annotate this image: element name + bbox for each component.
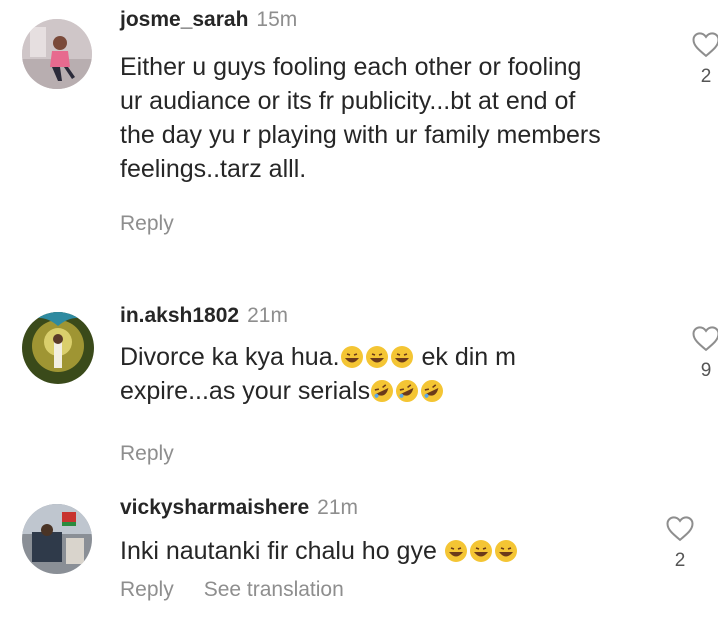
grinning-sweat-emoji bbox=[390, 346, 413, 368]
like-area: 2 bbox=[686, 30, 718, 88]
comment-actions: Reply bbox=[120, 442, 174, 466]
comment-item: in.aksh1802 21m Divorce ka kya hua. ek di… bbox=[0, 290, 718, 470]
comment-header: vickysharmaishere 21m bbox=[120, 496, 358, 520]
like-count: 9 bbox=[700, 360, 712, 381]
emoji-group bbox=[340, 343, 415, 371]
like-area: 9 bbox=[686, 324, 718, 382]
emoji-group bbox=[370, 377, 445, 405]
avatar[interactable] bbox=[22, 312, 94, 384]
grinning-sweat-emoji bbox=[444, 540, 467, 562]
comment-actions: Reply bbox=[120, 212, 174, 236]
timestamp: 21m bbox=[317, 496, 358, 519]
grinning-sweat-emoji bbox=[365, 346, 388, 368]
rolling-laughing-emoji bbox=[396, 380, 419, 402]
emoji-group bbox=[444, 537, 519, 565]
comment-actions: Reply See translation bbox=[120, 578, 344, 602]
reply-button[interactable]: Reply bbox=[120, 212, 174, 235]
comment-text: Either u guys fooling each other or fool… bbox=[120, 53, 601, 183]
username[interactable]: in.aksh1802 bbox=[120, 304, 239, 327]
heart-icon[interactable] bbox=[691, 30, 718, 58]
comment-text: Inki nautanki fir chalu ho gye bbox=[120, 534, 640, 568]
comment-text-part: expire...as your serials bbox=[120, 377, 371, 405]
comment-item: josme_sarah 15m Either u guys fooling eac… bbox=[0, 0, 718, 260]
username[interactable]: josme_sarah bbox=[120, 8, 248, 31]
like-count: 2 bbox=[674, 550, 686, 571]
see-translation-button[interactable]: See translation bbox=[204, 578, 344, 601]
comment-text: Divorce ka kya hua. ek din m expire...as… bbox=[120, 340, 660, 408]
heart-icon[interactable] bbox=[665, 514, 695, 542]
like-area: 2 bbox=[660, 514, 700, 572]
avatar[interactable] bbox=[22, 504, 92, 574]
comment-item: vickysharmaishere 21m Inki nautanki fir c… bbox=[0, 486, 718, 622]
like-count: 2 bbox=[700, 66, 712, 87]
rolling-laughing-emoji bbox=[371, 380, 394, 402]
comment-text-part: Divorce ka kya hua. bbox=[120, 343, 340, 371]
grinning-sweat-emoji bbox=[469, 540, 492, 562]
comment-text-part: Inki nautanki fir chalu ho gye bbox=[120, 537, 437, 565]
comment-text-part: ek din m bbox=[414, 343, 516, 371]
grinning-sweat-emoji bbox=[494, 540, 517, 562]
timestamp: 15m bbox=[256, 8, 298, 31]
reply-button[interactable]: Reply bbox=[120, 578, 174, 601]
comment-header: josme_sarah 15m bbox=[120, 8, 297, 32]
reply-button[interactable]: Reply bbox=[120, 442, 174, 465]
avatar[interactable] bbox=[22, 19, 92, 89]
timestamp: 21m bbox=[247, 304, 288, 327]
heart-icon[interactable] bbox=[691, 324, 718, 352]
grinning-sweat-emoji bbox=[340, 346, 363, 368]
username[interactable]: vickysharmaishere bbox=[120, 496, 309, 519]
comment-header: in.aksh1802 21m bbox=[120, 304, 288, 328]
rolling-laughing-emoji bbox=[421, 380, 444, 402]
